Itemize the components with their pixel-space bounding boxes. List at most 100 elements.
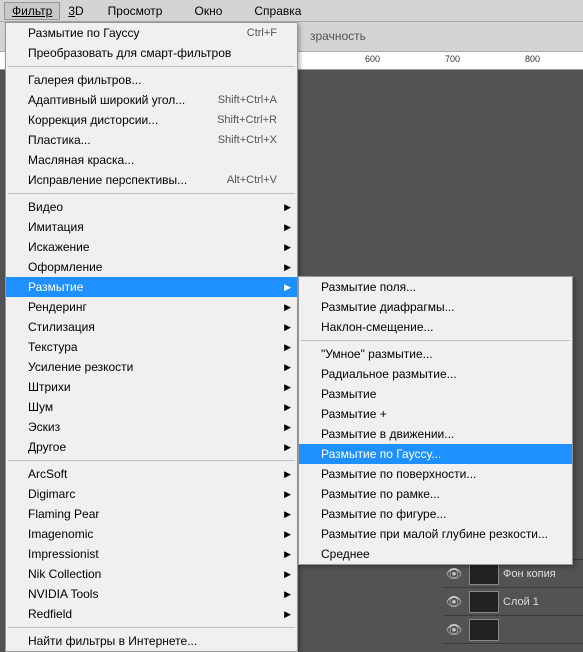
menu-item[interactable]: Имитация▶: [6, 217, 297, 237]
menu-3d[interactable]: 3D: [60, 2, 91, 20]
menu-item[interactable]: Наклон-смещение...: [299, 317, 572, 337]
menu-item[interactable]: Видео▶: [6, 197, 297, 217]
menu-item[interactable]: Коррекция дисторсии...Shift+Ctrl+R: [6, 110, 297, 130]
menu-item-label: NVIDIA Tools: [28, 587, 277, 601]
menu-item-label: Искажение: [28, 240, 277, 254]
menu-item[interactable]: Размытие диафрагмы...: [299, 297, 572, 317]
chevron-right-icon: ▶: [284, 322, 291, 333]
layer-row[interactable]: 👁: [443, 616, 583, 644]
menu-item-label: Размытие +: [321, 407, 552, 421]
chevron-right-icon: ▶: [284, 282, 291, 293]
chevron-right-icon: ▶: [284, 569, 291, 580]
menu-item[interactable]: Масляная краска...: [6, 150, 297, 170]
menu-item[interactable]: Найти фильтры в Интернете...: [6, 631, 297, 651]
chevron-right-icon: ▶: [284, 402, 291, 413]
menu-item-label: Исправление перспективы...: [28, 173, 227, 187]
visibility-icon[interactable]: 👁: [443, 566, 465, 582]
menu-item[interactable]: Размытие по рамке...: [299, 484, 572, 504]
menu-item[interactable]: ArcSoft▶: [6, 464, 297, 484]
menu-item-label: Текстура: [28, 340, 277, 354]
menu-item[interactable]: Размытие▶: [6, 277, 297, 297]
menu-item-label: Оформление: [28, 260, 277, 274]
menu-item-label: Галерея фильтров...: [28, 73, 277, 87]
separator: [8, 66, 295, 67]
separator: [8, 460, 295, 461]
blur-submenu: Размытие поля... Размытие диафрагмы... Нак…: [298, 276, 573, 565]
menu-item-label: Среднее: [321, 547, 552, 561]
menu-item-label: Усиление резкости: [28, 360, 277, 374]
visibility-icon[interactable]: 👁: [443, 622, 465, 638]
layer-name: Фон копия: [503, 568, 556, 580]
menu-item[interactable]: Flaming Pear ▶: [6, 504, 297, 524]
menu-item-label: Размытие поля...: [321, 280, 552, 294]
menu-item[interactable]: Пластика...Shift+Ctrl+X: [6, 130, 297, 150]
menu-item[interactable]: Другое▶: [6, 437, 297, 457]
menu-item[interactable]: NVIDIA Tools▶: [6, 584, 297, 604]
menu-item[interactable]: Среднее: [299, 544, 572, 564]
menu-item[interactable]: Усиление резкости▶: [6, 357, 297, 377]
menu-item[interactable]: Размытие по ГауссуCtrl+F: [6, 23, 297, 43]
menu-item-label: Наклон-смещение...: [321, 320, 552, 334]
chevron-right-icon: ▶: [284, 262, 291, 273]
menu-item[interactable]: Размытие +: [299, 404, 572, 424]
menu-item-label: Размытие в движении...: [321, 427, 552, 441]
visibility-icon[interactable]: 👁: [443, 594, 465, 610]
menu-item[interactable]: Оформление ▶: [6, 257, 297, 277]
opacity-label: зрачность: [310, 29, 366, 43]
menu-help[interactable]: Справка: [238, 2, 317, 20]
menu-item-label: Flaming Pear: [28, 507, 277, 521]
menu-item[interactable]: Размытие по фигуре...: [299, 504, 572, 524]
menu-item[interactable]: Размытие в движении...: [299, 424, 572, 444]
chevron-right-icon: ▶: [284, 382, 291, 393]
menu-item[interactable]: Адаптивный широкий угол...Shift+Ctrl+A: [6, 90, 297, 110]
menu-item[interactable]: Искажение▶: [6, 237, 297, 257]
menu-item[interactable]: Impressionist▶: [6, 544, 297, 564]
menu-item-label: Redfield: [28, 607, 277, 621]
menu-filter[interactable]: Фильтр: [4, 2, 60, 20]
menu-item[interactable]: Радиальное размытие...: [299, 364, 572, 384]
menu-item-label: Видео: [28, 200, 277, 214]
menu-item[interactable]: Размытие при малой глубине резкости...: [299, 524, 572, 544]
menu-item[interactable]: Эскиз▶: [6, 417, 297, 437]
menu-item-label: Nik Collection: [28, 567, 277, 581]
menu-item-label: Размытие по Гауссу...: [321, 447, 552, 461]
chevron-right-icon: ▶: [284, 342, 291, 353]
menu-item-label: "Умное" размытие...: [321, 347, 552, 361]
menu-item[interactable]: Рендеринг▶: [6, 297, 297, 317]
layer-thumbnail: [469, 591, 499, 613]
separator: [8, 627, 295, 628]
menu-item-label: Размытие по Гауссу: [28, 26, 247, 40]
menu-view[interactable]: Просмотр: [92, 2, 179, 20]
layer-thumbnail: [469, 563, 499, 585]
chevron-right-icon: ▶: [284, 222, 291, 233]
menu-item[interactable]: Redfield ▶: [6, 604, 297, 624]
menu-item[interactable]: Nik Collection ▶: [6, 564, 297, 584]
menu-item[interactable]: "Умное" размытие...: [299, 344, 572, 364]
menu-window[interactable]: Окно: [178, 2, 238, 20]
menu-item[interactable]: Исправление перспективы...Alt+Ctrl+V: [6, 170, 297, 190]
menu-item-label: Impressionist: [28, 547, 277, 561]
menu-item[interactable]: Стилизация▶: [6, 317, 297, 337]
menu-item[interactable]: Преобразовать для смарт-фильтров: [6, 43, 297, 63]
menu-item[interactable]: Шум▶: [6, 397, 297, 417]
menu-item[interactable]: Текстура ▶: [6, 337, 297, 357]
menu-item[interactable]: Размытие по поверхности...: [299, 464, 572, 484]
chevron-right-icon: ▶: [284, 442, 291, 453]
filter-dropdown: Размытие по ГауссуCtrl+FПреобразовать дл…: [5, 22, 298, 652]
menu-item-label: Штрихи: [28, 380, 277, 394]
chevron-right-icon: ▶: [284, 609, 291, 620]
menu-item[interactable]: Штрихи ▶: [6, 377, 297, 397]
menu-item[interactable]: Размытие: [299, 384, 572, 404]
menu-item[interactable]: Размытие по Гауссу...: [299, 444, 572, 464]
menu-item[interactable]: Imagenomic▶: [6, 524, 297, 544]
menu-item-label: Адаптивный широкий угол...: [28, 93, 218, 107]
layer-row[interactable]: 👁 Слой 1: [443, 588, 583, 616]
menu-item-label: Размытие: [321, 387, 552, 401]
menu-item-label: Digimarc: [28, 487, 277, 501]
menu-item[interactable]: Размытие поля...: [299, 277, 572, 297]
menu-item[interactable]: Галерея фильтров...: [6, 70, 297, 90]
menu-item[interactable]: Digimarc▶: [6, 484, 297, 504]
chevron-right-icon: ▶: [284, 302, 291, 313]
separator: [8, 193, 295, 194]
chevron-right-icon: ▶: [284, 509, 291, 520]
